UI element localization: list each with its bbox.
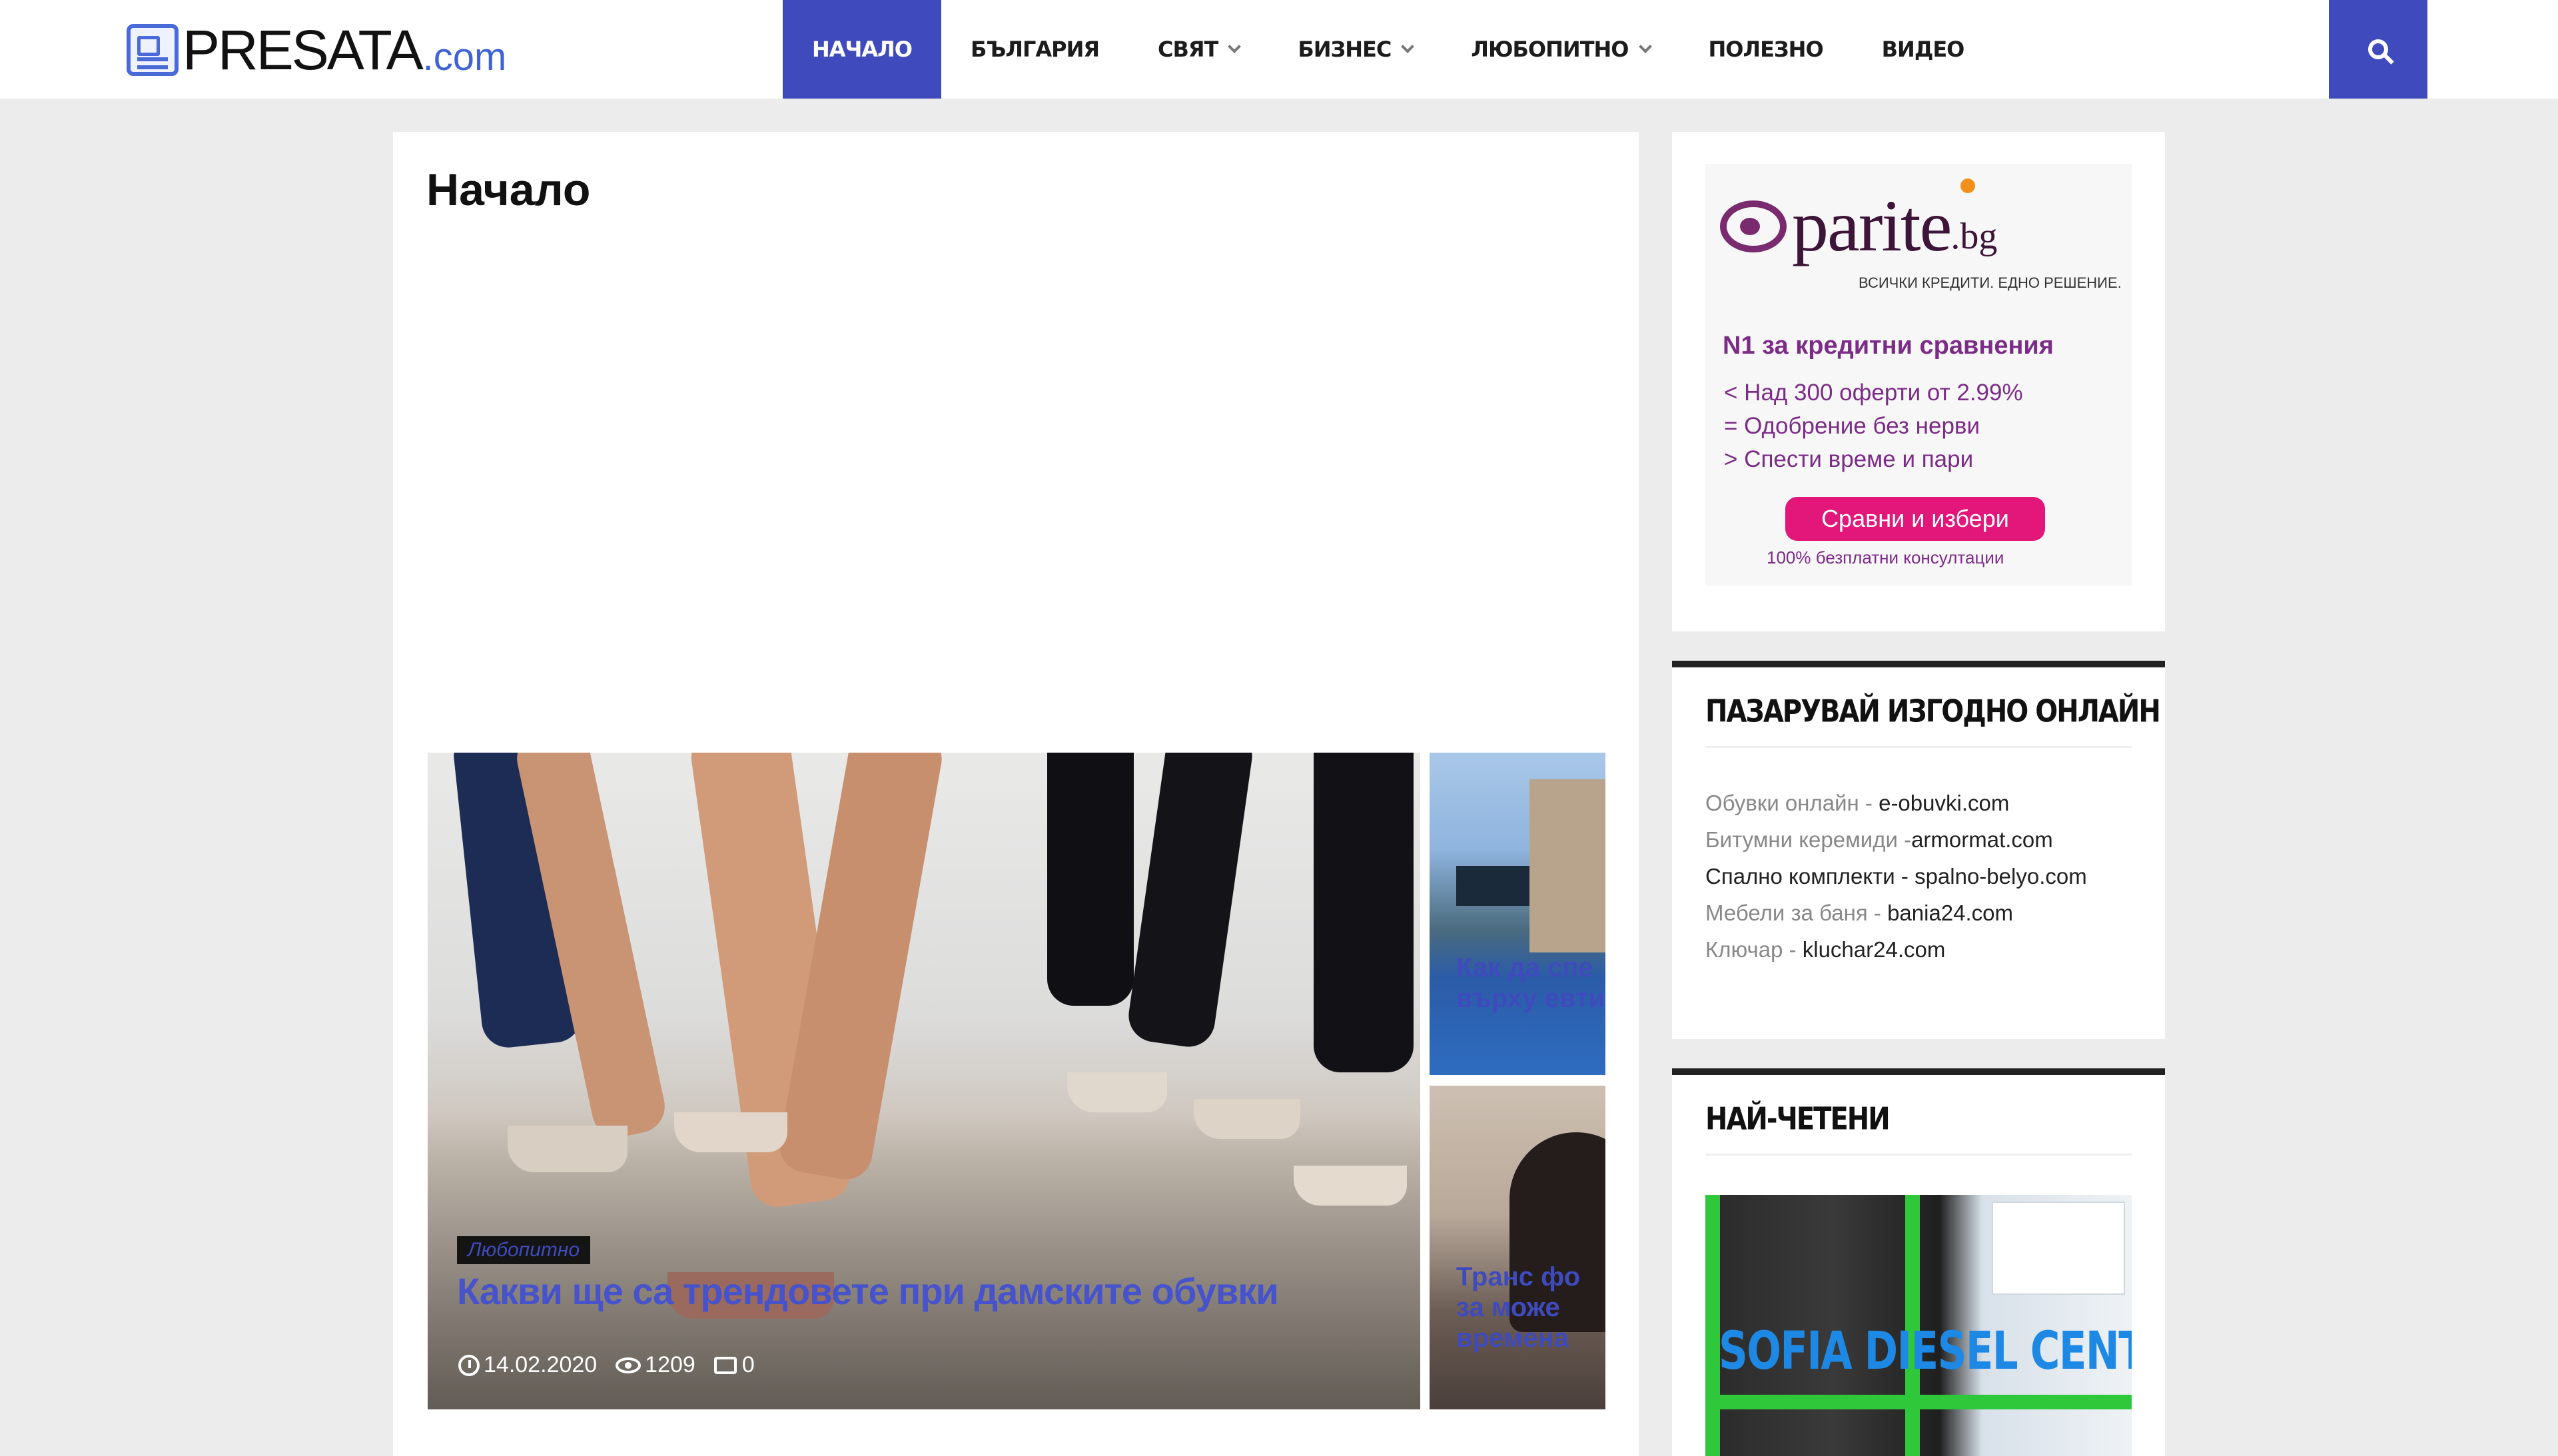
photo-shoe — [1194, 1099, 1300, 1139]
comment-icon — [713, 1356, 737, 1374]
ad-headline: N1 за кредитни сравнения — [1723, 332, 2054, 360]
clock-icon — [458, 1354, 480, 1376]
post-date: 14.02.2020 — [458, 1352, 597, 1378]
nav-item-useful[interactable]: ПОЛЕЗНО — [1679, 0, 1853, 99]
photo-frame — [1705, 1195, 1720, 1456]
widget-title: НАЙ-ЧЕТЕНИ — [1705, 1102, 1891, 1137]
side-post-title: Как да спе върху евтин — [1456, 952, 1605, 1014]
shop-online-widget: ПАЗАРУВАЙ ИЗГОДНО ОНЛАЙН Обувки онлайн -… — [1672, 661, 2165, 1039]
parite-ad-banner[interactable]: parite .bg ВСИЧКИ КРЕДИТИ. ЕДНО РЕШЕНИЕ.… — [1705, 164, 2132, 586]
ad-cta-button[interactable]: Сравни и избери — [1785, 497, 2045, 541]
nav-item-home[interactable]: НАЧАЛО — [783, 0, 941, 99]
ad-footer-text: 100% безплатни консултации — [1767, 547, 2004, 567]
comments-count: 0 — [741, 1352, 755, 1377]
photo-leg — [1047, 753, 1134, 1006]
ad-line: > Спести време и пари — [1724, 446, 1974, 472]
shop-site: Спално комплекти - spalno-belyo.com — [1705, 864, 2087, 889]
side-post-1[interactable]: Как да спе върху евтин — [1430, 753, 1605, 1075]
shop-label: Обувки онлайн - — [1705, 791, 1879, 815]
side-post-title: Транс фо за може времена — [1456, 1262, 1580, 1353]
shop-site: e-obuvki.com — [1879, 791, 2010, 815]
image-overlay-text: SOFIA DIESEL CENTE — [1719, 1321, 2132, 1381]
post-views: 1209 — [616, 1352, 695, 1378]
divider — [1705, 1154, 2132, 1156]
title-line: Как да спе — [1456, 953, 1593, 982]
nav-item-business[interactable]: БИЗНЕС — [1268, 0, 1442, 99]
shop-link[interactable]: Ключар - kluchar24.com — [1705, 931, 2132, 968]
photo-shoe — [508, 1126, 628, 1172]
site-header: PRESATA .com НАЧАЛО БЪЛГАРИЯ СВЯТ БИЗНЕС… — [0, 0, 2558, 99]
title-line: за може — [1456, 1293, 1560, 1322]
main-nav: НАЧАЛО БЪЛГАРИЯ СВЯТ БИЗНЕС ЛЮБОПИТНО ПО… — [783, 0, 1993, 99]
shop-site: bania24.com — [1887, 901, 2014, 925]
ad-brand-suffix: .bg — [1950, 215, 1998, 257]
side-post-2[interactable]: Транс фо за може времена — [1430, 1086, 1605, 1409]
featured-post[interactable]: Любопитно Какви ще са трендовете при дам… — [428, 753, 1420, 1409]
divider — [1705, 746, 2132, 748]
logo-text: PRESATA — [183, 18, 424, 81]
nav-item-world[interactable]: СВЯТ — [1128, 0, 1268, 99]
photo-leg — [1125, 753, 1256, 1050]
shop-link[interactable]: Битумни керемиди -armormat.com — [1705, 821, 2132, 858]
date-text: 14.02.2020 — [484, 1352, 598, 1377]
most-read-widget: НАЙ-ЧЕТЕНИ SOFIA DIESEL CENTE — [1672, 1068, 2165, 1456]
nav-item-bulgaria[interactable]: БЪЛГАРИЯ — [941, 0, 1128, 99]
photo-shoe — [674, 1112, 787, 1152]
nav-label: ЛЮБОПИТНО — [1471, 37, 1629, 62]
category-badge[interactable]: Любопитно — [457, 1236, 591, 1264]
nav-item-video[interactable]: ВИДЕО — [1853, 0, 1994, 99]
sidebar-ad: parite .bg ВСИЧКИ КРЕДИТИ. ЕДНО РЕШЕНИЕ.… — [1672, 132, 2165, 631]
title-line: върху евтин — [1456, 984, 1605, 1013]
widget-title: ПАЗАРУВАЙ ИЗГОДНО ОНЛАЙН — [1705, 694, 2161, 729]
newspaper-icon — [127, 24, 179, 76]
ad-line: = Одобрение без нерви — [1724, 413, 1980, 439]
nav-label: ПОЛЕЗНО — [1708, 37, 1824, 62]
post-comments[interactable]: 0 — [713, 1352, 755, 1378]
shop-link[interactable]: Обувки онлайн - e-obuvki.com — [1705, 785, 2132, 821]
title-line: Транс фо — [1456, 1262, 1581, 1291]
eye-icon — [616, 1357, 641, 1373]
photo-shoe — [1067, 1072, 1167, 1112]
ad-brand: parite — [1792, 185, 1952, 266]
views-count: 1209 — [645, 1352, 695, 1377]
ad-line: < Над 300 оферти от 2.99% — [1724, 380, 2023, 406]
post-meta: 14.02.2020 1209 0 — [458, 1352, 773, 1378]
photo-frame — [1705, 1395, 2132, 1409]
most-read-post-image[interactable]: SOFIA DIESEL CENTE — [1705, 1195, 2132, 1456]
featured-title[interactable]: Какви ще са трендовете при дамските обув… — [457, 1270, 1279, 1313]
nav-label: НАЧАЛО — [812, 37, 913, 62]
parite-logo: parite .bg — [1720, 184, 1997, 268]
parite-logo-icon — [1720, 200, 1787, 252]
main-content: Начало Любопитно Какви ще са трендовете … — [393, 132, 1639, 1456]
title-line: времена — [1456, 1323, 1569, 1353]
shop-label: Мебели за баня - — [1705, 901, 1888, 925]
shop-label: Битумни керемиди - — [1705, 827, 1912, 852]
photo-shoe — [1294, 1166, 1407, 1206]
photo-building — [1529, 779, 1605, 952]
photo-screen — [1992, 1202, 2125, 1295]
nav-label: БИЗНЕС — [1298, 37, 1392, 62]
page-title: Начало — [426, 165, 591, 215]
search-button[interactable] — [2329, 0, 2427, 99]
shop-link[interactable]: Спално комплекти - spalno-belyo.com — [1705, 858, 2132, 895]
shop-site: kluchar24.com — [1802, 937, 1946, 962]
nav-item-curious[interactable]: ЛЮБОПИТНО — [1442, 0, 1679, 99]
nav-label: СВЯТ — [1158, 37, 1218, 62]
search-icon — [2368, 39, 2388, 59]
ad-tagline: ВСИЧКИ КРЕДИТИ. ЕДНО РЕШЕНИЕ. — [1859, 274, 2122, 291]
chevron-down-icon — [1228, 40, 1242, 53]
logo-suffix: .com — [422, 35, 507, 79]
nav-label: БЪЛГАРИЯ — [970, 37, 1100, 62]
nav-label: ВИДЕО — [1881, 37, 1965, 62]
shop-site: armormat.com — [1911, 827, 2053, 852]
site-logo[interactable]: PRESATA .com — [127, 18, 507, 81]
shop-label: Ключар - — [1705, 937, 1803, 962]
shop-links-list: Обувки онлайн - e-obuvki.com Битумни кер… — [1705, 785, 2132, 968]
shop-link[interactable]: Мебели за баня - bania24.com — [1705, 895, 2132, 931]
chevron-down-icon — [1401, 40, 1415, 53]
chevron-down-icon — [1638, 40, 1652, 53]
photo-leg — [1314, 753, 1414, 1072]
logo-dot — [1960, 179, 1975, 193]
